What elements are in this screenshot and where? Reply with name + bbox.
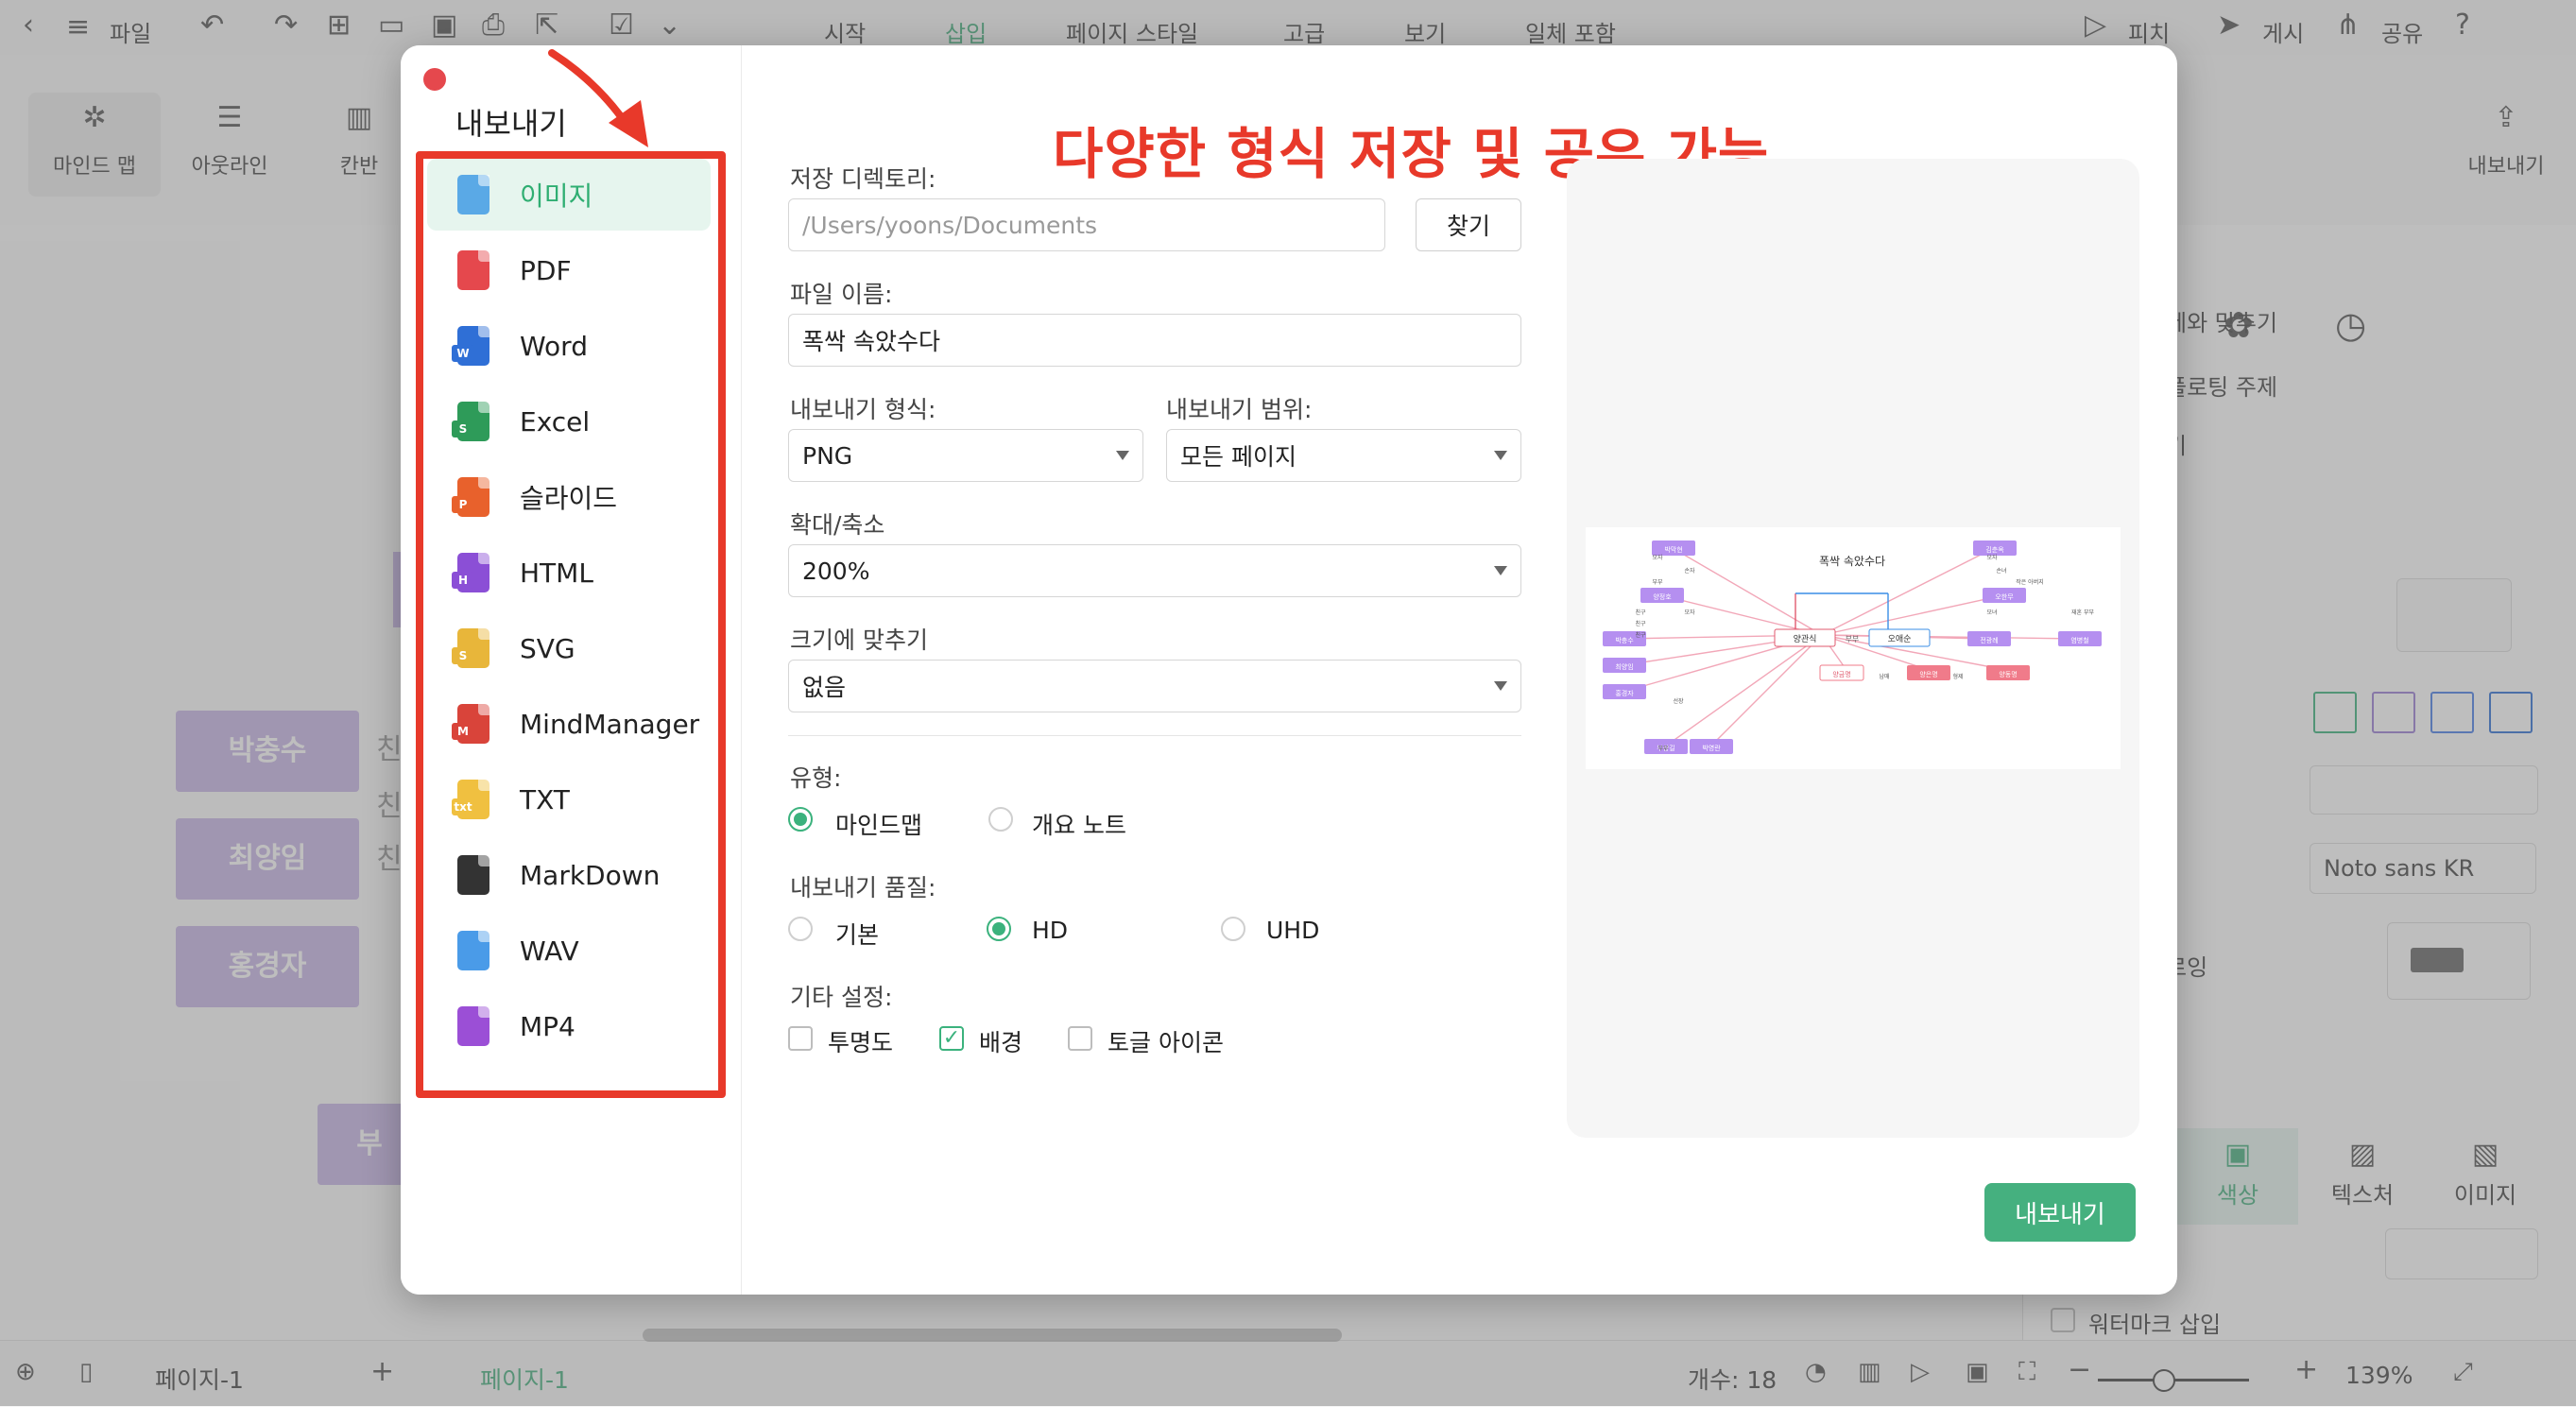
format-sidebar: 내보내기 이미지 PDF W Word S Excel P 슬라이드 H HTML S SVG M Min… [401, 45, 742, 1295]
scale-value: 200% [802, 557, 870, 585]
type-option-label: 개요 노트 [1032, 812, 1126, 839]
checkbox-label: 토글 아이콘 [1108, 1029, 1224, 1056]
quality-radio-uhd[interactable] [1221, 917, 1245, 941]
export-range-value: 모든 페이지 [1180, 443, 1297, 471]
export-range-select[interactable]: 모든 페이지 [1166, 429, 1521, 482]
preview-edge-label: 친구 [1635, 631, 1646, 639]
preview-edge-label: 모녀 [1986, 609, 1997, 616]
file-name-label: 파일 이름: [790, 281, 893, 308]
preview-node-label: 최양임 [1615, 662, 1633, 671]
checkbox-label: 투명도 [828, 1029, 894, 1056]
preview-edge-label: 재혼 부부 [2071, 609, 2094, 616]
type-radio-mindmap[interactable] [788, 807, 813, 832]
mindmap-preview-image: 폭싹 속았수다양관식 부부 오애순박막현양정호박충수최양임홍경자부상길 박영란김춘옥오… [1586, 527, 2121, 769]
export-format-value: PNG [802, 441, 853, 470]
type-radio-outline[interactable] [988, 807, 1013, 832]
check-icon: ✓ [942, 1026, 961, 1050]
checkbox-label: 배경 [979, 1029, 1023, 1056]
preview-node-label: 김춘옥 [1985, 545, 2004, 554]
preview-edge-label: 남매 [1879, 673, 1889, 680]
preview-node-label: 염병철 [2070, 636, 2088, 644]
file-name-input[interactable]: 폭싹 속았수다 [788, 314, 1521, 367]
type-label: 유형: [790, 764, 842, 792]
quality-option-label: 기본 [835, 921, 880, 949]
save-dir-input[interactable]: /Users/yoons/Documents [788, 198, 1385, 251]
browse-button[interactable]: 찾기 [1416, 198, 1521, 251]
export-dialog: 내보내기 이미지 PDF W Word S Excel P 슬라이드 H HTML S SVG M Min… [401, 45, 2177, 1295]
export-preview: 폭싹 속았수다 양관식 부부 오애순 박막현 양정호 박충수 최양임 홍경자 부상길 박영란 김춘옥 오… [1567, 159, 2139, 1138]
fit-value: 없음 [802, 674, 847, 701]
annotation-highlight-box [416, 151, 726, 1098]
export-range-label: 내보내기 범위: [1166, 396, 1313, 423]
preview-node-label: 박영란 [1702, 744, 1721, 752]
preview-edge-label: 부부 [1846, 635, 1860, 643]
preview-edge-label: 손녀 [1996, 567, 2006, 575]
preview-edge-label: 친구 [1635, 620, 1646, 627]
chevron-down-icon [1116, 451, 1129, 460]
preview-node-label: 양은명 [1919, 670, 1937, 678]
chevron-down-icon [1494, 566, 1507, 575]
preview-node-label: 오한무 [1995, 593, 2014, 601]
export-format-label: 내보내기 형식: [790, 396, 936, 423]
other-settings-label: 기타 설정: [790, 984, 893, 1011]
preview-edge-label: 모자 [1684, 609, 1695, 616]
quality-option-label: HD [1032, 917, 1069, 944]
quality-radio-basic[interactable] [788, 917, 813, 941]
close-button[interactable] [423, 68, 446, 91]
preview-node-label: 박막현 [1664, 545, 1682, 554]
horizontal-scrollbar[interactable] [643, 1329, 1342, 1342]
preview-node-label: 전광례 [1980, 636, 1998, 644]
background-checkbox[interactable]: ✓ [939, 1026, 964, 1051]
chevron-down-icon [1494, 681, 1507, 691]
preview-edge-label: 형제 [1952, 673, 1963, 680]
preview-edge-label: 부부 [1657, 746, 1669, 752]
preview-center-label: 오애순 [1888, 634, 1912, 644]
toggle-icon-checkbox[interactable] [1068, 1026, 1092, 1051]
fit-label: 크기에 맞추기 [790, 626, 928, 654]
preview-edge-label: 부부 [1652, 579, 1663, 586]
type-option-label: 마인드맵 [835, 812, 923, 839]
export-format-select[interactable]: PNG [788, 429, 1143, 482]
preview-node-label: 양동명 [1999, 670, 2017, 678]
preview-edge-label: 선장 [1673, 697, 1684, 705]
scale-label: 확대/축소 [790, 511, 885, 539]
preview-node-label: 양정호 [1653, 592, 1672, 601]
export-button[interactable]: 내보내기 [1984, 1183, 2136, 1242]
save-dir-label: 저장 디렉토리: [790, 165, 936, 193]
preview-node-label: 양금명 [1832, 670, 1850, 678]
chevron-down-icon [1494, 451, 1507, 460]
divider [788, 735, 1521, 736]
preview-node-label: 박충수 [1615, 636, 1634, 644]
scale-select[interactable]: 200% [788, 544, 1521, 597]
preview-root-title: 폭싹 속았수다 [1819, 555, 1885, 568]
preview-edge-label: 모자 [1986, 554, 1998, 561]
transparency-checkbox[interactable] [788, 1026, 813, 1051]
fit-select[interactable]: 없음 [788, 660, 1521, 712]
annotation-arrow-icon [548, 49, 648, 147]
quality-label: 내보내기 품질: [790, 874, 936, 901]
quality-option-label: UHD [1266, 917, 1320, 944]
preview-edge-label: 친구 [1635, 609, 1646, 616]
quality-radio-hd[interactable] [987, 917, 1011, 941]
preview-center-label: 양관식 [1794, 634, 1817, 644]
preview-edge-label: 모자 [1652, 554, 1663, 561]
preview-node-label: 홍경자 [1615, 689, 1634, 697]
preview-edge-label: 손자 [1684, 567, 1695, 575]
preview-edge-label: 작은 아버지 [2016, 578, 2044, 586]
